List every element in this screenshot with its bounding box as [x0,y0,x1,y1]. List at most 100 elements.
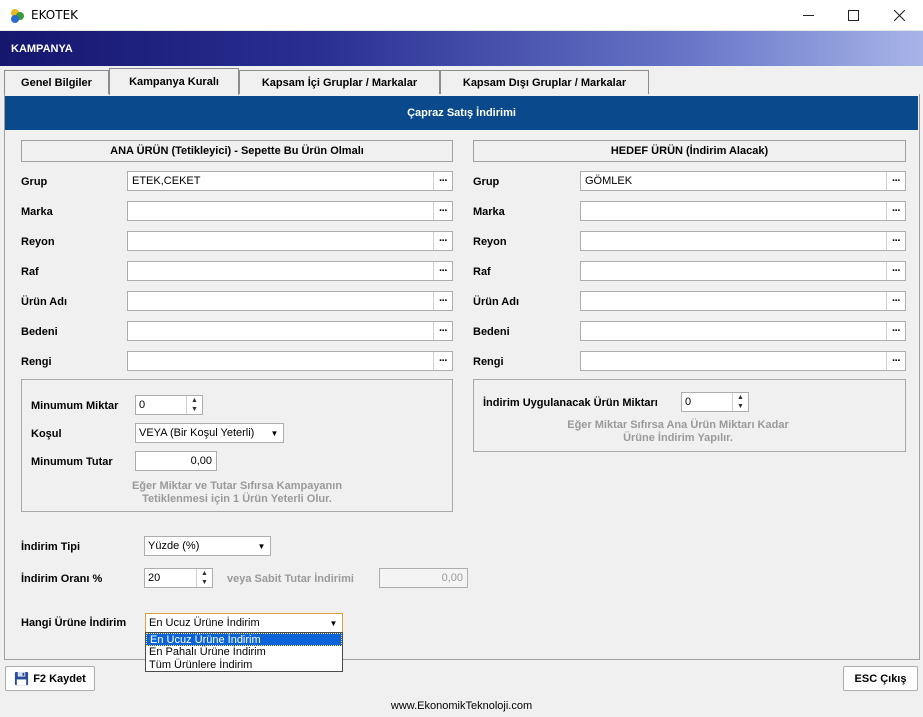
discount-type-value: Yüzde (%) [148,540,200,552]
option-most-expensive[interactable]: En Pahalı Ürüne İndirim [146,646,342,659]
target-qty-stepper[interactable]: 0 ▲ ▼ [681,392,749,412]
target-group-field[interactable]: GÖMLEK [580,171,906,191]
exit-button-label: ESC Çıkış [854,672,907,685]
min-qty-value: 0 [139,399,146,411]
main-group-field[interactable]: ETEK,CEKET [127,171,453,191]
condition-label: Koşul [31,428,62,440]
main-shelf-browse-button[interactable]: ··· [433,262,452,280]
form-title: KAMPANYA [11,43,73,55]
main-size-field[interactable] [127,321,453,341]
min-qty-label: Minumum Miktar [31,400,119,412]
target-brand-field[interactable] [580,201,906,221]
spin-down-icon[interactable]: ▼ [733,402,748,411]
exit-button[interactable]: ESC Çıkış [843,666,918,691]
spin-up-icon[interactable]: ▲ [187,396,202,405]
condition-select[interactable]: VEYA (Bir Koşul Yeterli) ▼ [135,423,284,443]
target-size-browse-button[interactable]: ··· [886,322,905,340]
target-color-browse-button[interactable]: ··· [886,352,905,370]
which-product-value: En Ucuz Ürüne İndirim [149,617,260,629]
main-shelf-field[interactable] [127,261,453,281]
main-product-name-label: Ürün Adı [21,296,68,308]
target-product-name-browse-button[interactable]: ··· [886,292,905,310]
which-product-options: En Ucuz Ürüne İndirim En Pahalı Ürüne İn… [145,632,343,672]
fixed-amount-field[interactable]: 0,00 [379,568,468,588]
condition-value: VEYA (Bir Koşul Yeterli) [139,427,255,439]
which-product-select[interactable]: En Ucuz Ürüne İndirim ▼ [145,613,343,633]
target-shelf-field[interactable] [580,261,906,281]
chevron-down-icon: ▼ [329,618,338,628]
discount-type-label: İndirim Tipi [21,541,81,553]
target-department-label: Reyon [473,236,507,248]
fixed-amount-label: veya Sabit Tutar İndirimi [227,573,354,585]
target-brand-label: Marka [473,206,505,218]
tab-excluded-groups[interactable]: Kapsam Dışı Gruplar / Markalar [440,70,649,94]
window-title: EKOTEK [31,8,79,22]
target-group-browse-button[interactable]: ··· [886,172,905,190]
target-product-name-field[interactable] [580,291,906,311]
form-banner: KAMPANYA [0,31,923,66]
minimize-button[interactable] [785,0,831,31]
option-cheapest[interactable]: En Ucuz Ürüne İndirim [146,633,342,646]
spin-down-icon[interactable]: ▼ [187,405,202,414]
target-qty-value: 0 [685,396,692,408]
main-color-field[interactable] [127,351,453,371]
main-group-browse-button[interactable]: ··· [433,172,452,190]
target-product-name-label: Ürün Adı [473,296,520,308]
main-product-header: ANA ÜRÜN (Tetikleyici) - Sepette Bu Ürün… [21,140,453,162]
option-all-products[interactable]: Tüm Ürünlere İndirim [146,659,342,672]
target-size-label: Bedeni [473,326,510,338]
spin-up-icon[interactable]: ▲ [197,569,212,578]
title-bar: EKOTEK [0,0,923,31]
close-icon [893,10,905,21]
target-size-field[interactable] [580,321,906,341]
target-product-header: HEDEF ÜRÜN (İndirim Alacak) [473,140,906,162]
main-color-browse-button[interactable]: ··· [433,352,452,370]
main-group-label: Grup [21,176,48,188]
maximize-icon [847,10,859,21]
save-button-label: F2 Kaydet [33,672,86,685]
main-brand-browse-button[interactable]: ··· [433,202,452,220]
discount-rate-stepper[interactable]: 20 ▲ ▼ [144,568,213,588]
close-button[interactable] [876,0,922,31]
target-department-browse-button[interactable]: ··· [886,232,905,250]
target-shelf-browse-button[interactable]: ··· [886,262,905,280]
spin-down-icon[interactable]: ▼ [197,578,212,587]
maximize-button[interactable] [830,0,876,31]
min-total-label: Minumum Tutar [31,456,113,468]
main-shelf-label: Raf [21,266,39,278]
main-department-browse-button[interactable]: ··· [433,232,452,250]
target-qty-label: İndirim Uygulanacak Ürün Miktarı [483,397,658,409]
tab-campaign-rule[interactable]: Kampanya Kuralı [109,68,239,95]
target-shelf-label: Raf [473,266,491,278]
chevron-down-icon: ▼ [270,428,279,438]
chevron-down-icon: ▼ [257,541,266,551]
main-size-browse-button[interactable]: ··· [433,322,452,340]
tab-included-groups[interactable]: Kapsam İçi Gruplar / Markalar [239,70,440,94]
floppy-disk-icon [15,671,29,686]
discount-rate-value: 20 [148,572,161,584]
which-product-label: Hangi Ürüne İndirim [21,617,127,629]
tab-general-info[interactable]: Genel Bilgiler [4,70,109,94]
target-color-field[interactable] [580,351,906,371]
save-button[interactable]: F2 Kaydet [5,666,95,691]
section-title: Çapraz Satış İndirimi [5,96,918,130]
main-brand-field[interactable] [127,201,453,221]
discount-rate-label: İndirim Oranı % [21,573,103,585]
footer-website[interactable]: www.EkonomikTeknoloji.com [0,700,923,712]
main-product-name-browse-button[interactable]: ··· [433,292,452,310]
min-total-field[interactable]: 0,00 [135,451,217,471]
min-qty-stepper[interactable]: 0 ▲ ▼ [135,395,203,415]
target-department-field[interactable] [580,231,906,251]
discount-type-select[interactable]: Yüzde (%) ▼ [144,536,271,556]
target-color-label: Rengi [473,356,504,368]
spin-up-icon[interactable]: ▲ [733,393,748,402]
main-department-field[interactable] [127,231,453,251]
app-logo-icon [11,9,24,23]
trigger-hint: Eğer Miktar ve Tutar Sıfırsa Kampayanın … [131,480,343,505]
main-department-label: Reyon [21,236,55,248]
minimize-icon [802,15,814,16]
main-color-label: Rengi [21,356,52,368]
target-brand-browse-button[interactable]: ··· [886,202,905,220]
target-group-label: Grup [473,176,500,188]
main-product-name-field[interactable] [127,291,453,311]
